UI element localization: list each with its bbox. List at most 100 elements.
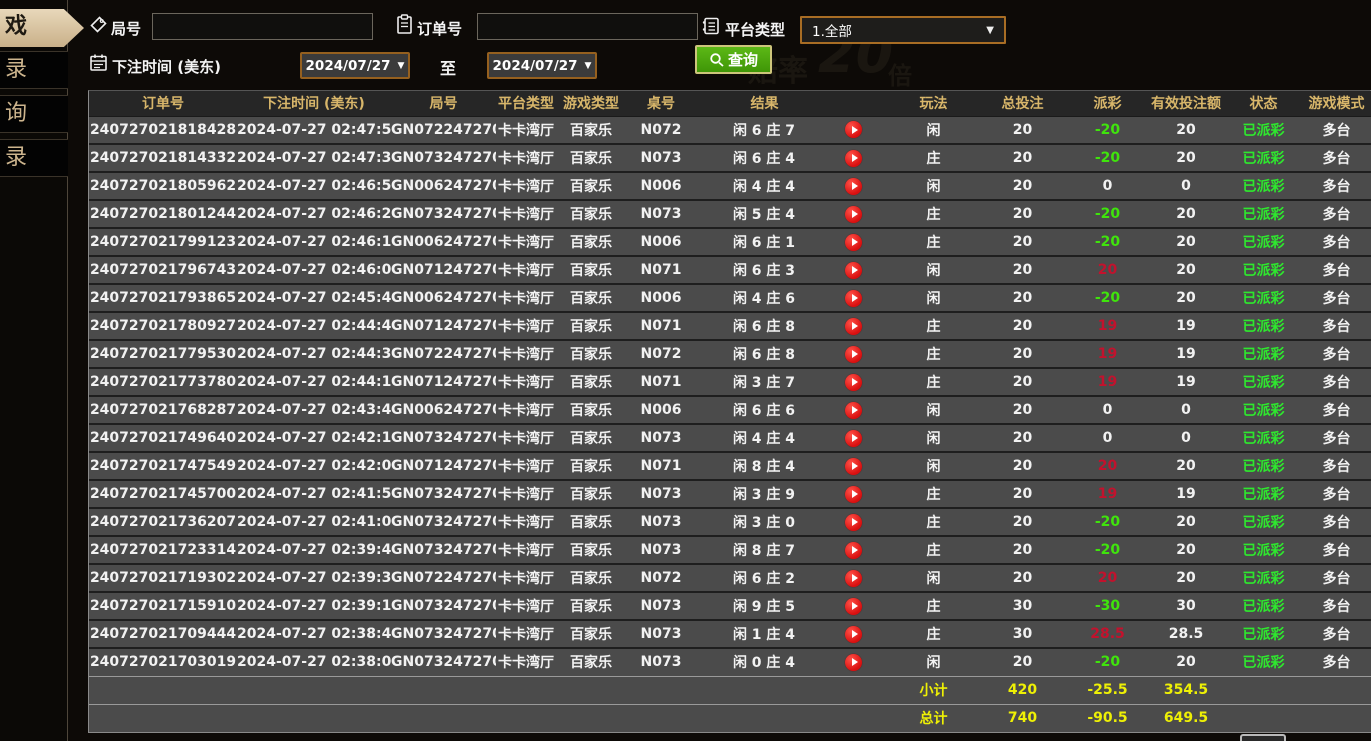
pagination-control-partial[interactable] xyxy=(1240,734,1286,741)
status-badge: 已派彩 xyxy=(1226,424,1301,452)
cell-total-bet: 20 xyxy=(976,340,1069,368)
cell-total-bet: 20 xyxy=(976,424,1069,452)
cell-bet-time: 2024-07-27 02:43:46 xyxy=(237,396,391,424)
cell-round-id: GN07324727064 xyxy=(391,620,496,648)
cell-result: 闲 6 庄 8 xyxy=(696,312,891,340)
sidebar-item-query[interactable]: 询 xyxy=(0,95,68,133)
replay-video-icon[interactable] xyxy=(845,290,862,307)
cell-order-id: 240727021779530 xyxy=(89,340,237,368)
col-order-id: 订单号 xyxy=(89,91,237,116)
status-badge: 已派彩 xyxy=(1226,452,1301,480)
cell-bet-time: 2024-07-27 02:39:12 xyxy=(237,592,391,620)
cell-table-no: N071 xyxy=(626,312,696,340)
platform-type-label: 平台类型 xyxy=(725,19,785,40)
cell-platform: 卡卡湾厅 xyxy=(496,564,556,592)
replay-video-icon[interactable] xyxy=(845,178,862,195)
date-from-picker[interactable]: 2024/07/27 ▼ xyxy=(300,52,410,79)
cell-game-mode: 多台 xyxy=(1301,256,1371,284)
status-badge: 已派彩 xyxy=(1226,368,1301,396)
cell-order-id: 240727021719302 xyxy=(89,564,237,592)
replay-video-icon[interactable] xyxy=(845,121,862,138)
replay-video-icon[interactable] xyxy=(845,654,862,671)
col-play-type: 玩法 xyxy=(891,91,976,116)
cell-play-type: 庄 xyxy=(891,368,976,396)
platform-type-value: 1.全部 xyxy=(812,20,852,40)
cell-order-id: 240727021715910 xyxy=(89,592,237,620)
cell-game-type: 百家乐 xyxy=(556,424,626,452)
table-row: 240727021736207 2024-07-27 02:41:01 GN07… xyxy=(89,508,1371,536)
cell-game-type: 百家乐 xyxy=(556,340,626,368)
watermark-suffix: 倍 xyxy=(888,56,912,91)
status-badge: 已派彩 xyxy=(1226,536,1301,564)
subtotal-label: 小计 xyxy=(891,676,976,704)
table-row: 240727021780927 2024-07-27 02:44:45 GN07… xyxy=(89,312,1371,340)
date-to-picker[interactable]: 2024/07/27 ▼ xyxy=(487,52,597,79)
cell-bet-time: 2024-07-27 02:42:10 xyxy=(237,424,391,452)
cell-order-id: 240727021814332 xyxy=(89,144,237,172)
sidebar-item-records2[interactable]: 录 xyxy=(0,139,68,177)
replay-video-icon[interactable] xyxy=(845,206,862,223)
cell-payout: 0 xyxy=(1069,424,1146,452)
cell-order-id: 240727021805962 xyxy=(89,172,237,200)
replay-video-icon[interactable] xyxy=(845,486,862,503)
table-row: 240727021703019 2024-07-27 02:38:09 GN07… xyxy=(89,648,1371,676)
cell-table-no: N006 xyxy=(626,396,696,424)
cell-game-mode: 多台 xyxy=(1301,172,1371,200)
cell-payout: 0 xyxy=(1069,172,1146,200)
replay-video-icon[interactable] xyxy=(845,542,862,559)
table-row: 240727021793865 2024-07-27 02:45:48 GN00… xyxy=(89,284,1371,312)
cell-result: 闲 6 庄 2 xyxy=(696,564,891,592)
cell-bet-time: 2024-07-27 02:46:02 xyxy=(237,256,391,284)
replay-video-icon[interactable] xyxy=(845,598,862,615)
sidebar-item-game[interactable]: 戏 xyxy=(0,9,84,47)
cell-payout: -20 xyxy=(1069,648,1146,676)
subtotal-payout: -25.5 xyxy=(1069,676,1146,704)
replay-video-icon[interactable] xyxy=(845,458,862,475)
grand-total-valid-bet: 649.5 xyxy=(1146,704,1226,732)
cell-game-mode: 多台 xyxy=(1301,592,1371,620)
cell-payout: -20 xyxy=(1069,116,1146,144)
replay-video-icon[interactable] xyxy=(845,150,862,167)
cell-valid-bet: 20 xyxy=(1146,200,1226,228)
cell-payout: 19 xyxy=(1069,480,1146,508)
cell-order-id: 240727021799123 xyxy=(89,228,237,256)
replay-video-icon[interactable] xyxy=(845,430,862,447)
cell-result: 闲 5 庄 4 xyxy=(696,200,891,228)
replay-video-icon[interactable] xyxy=(845,402,862,419)
search-button[interactable]: 查询 xyxy=(695,45,772,74)
replay-video-icon[interactable] xyxy=(845,234,862,251)
status-badge: 已派彩 xyxy=(1226,144,1301,172)
cell-platform: 卡卡湾厅 xyxy=(496,144,556,172)
table-row: 240727021801244 2024-07-27 02:46:26 GN07… xyxy=(89,200,1371,228)
cell-order-id: 240727021736207 xyxy=(89,508,237,536)
cell-play-type: 庄 xyxy=(891,480,976,508)
subtotal-valid-bet: 354.5 xyxy=(1146,676,1226,704)
sidebar-item-records[interactable]: 录 xyxy=(0,51,68,89)
cell-game-mode: 多台 xyxy=(1301,536,1371,564)
round-id-input[interactable] xyxy=(152,13,373,40)
cell-game-mode: 多台 xyxy=(1301,564,1371,592)
replay-video-icon[interactable] xyxy=(845,514,862,531)
calendar-icon xyxy=(89,53,108,72)
cell-play-type: 闲 xyxy=(891,116,976,144)
order-id-input[interactable] xyxy=(477,13,698,40)
replay-video-icon[interactable] xyxy=(845,346,862,363)
cell-total-bet: 20 xyxy=(976,284,1069,312)
replay-video-icon[interactable] xyxy=(845,262,862,279)
replay-video-icon[interactable] xyxy=(845,374,862,391)
cell-bet-time: 2024-07-27 02:46:16 xyxy=(237,228,391,256)
replay-video-icon[interactable] xyxy=(845,318,862,335)
cell-bet-time: 2024-07-27 02:39:33 xyxy=(237,564,391,592)
date-range-to-label: 至 xyxy=(440,55,456,79)
platform-type-select[interactable]: 1.全部 ▼ xyxy=(800,16,1006,44)
cell-round-id: GN0732472706H xyxy=(391,200,496,228)
cell-bet-time: 2024-07-27 02:42:00 xyxy=(237,452,391,480)
cell-play-type: 闲 xyxy=(891,564,976,592)
cell-game-mode: 多台 xyxy=(1301,424,1371,452)
cell-valid-bet: 20 xyxy=(1146,256,1226,284)
grand-total-total-bet: 740 xyxy=(976,704,1069,732)
cell-round-id: GN07324727068 xyxy=(391,508,496,536)
cell-result: 闲 6 庄 8 xyxy=(696,340,891,368)
replay-video-icon[interactable] xyxy=(845,570,862,587)
replay-video-icon[interactable] xyxy=(845,626,862,643)
